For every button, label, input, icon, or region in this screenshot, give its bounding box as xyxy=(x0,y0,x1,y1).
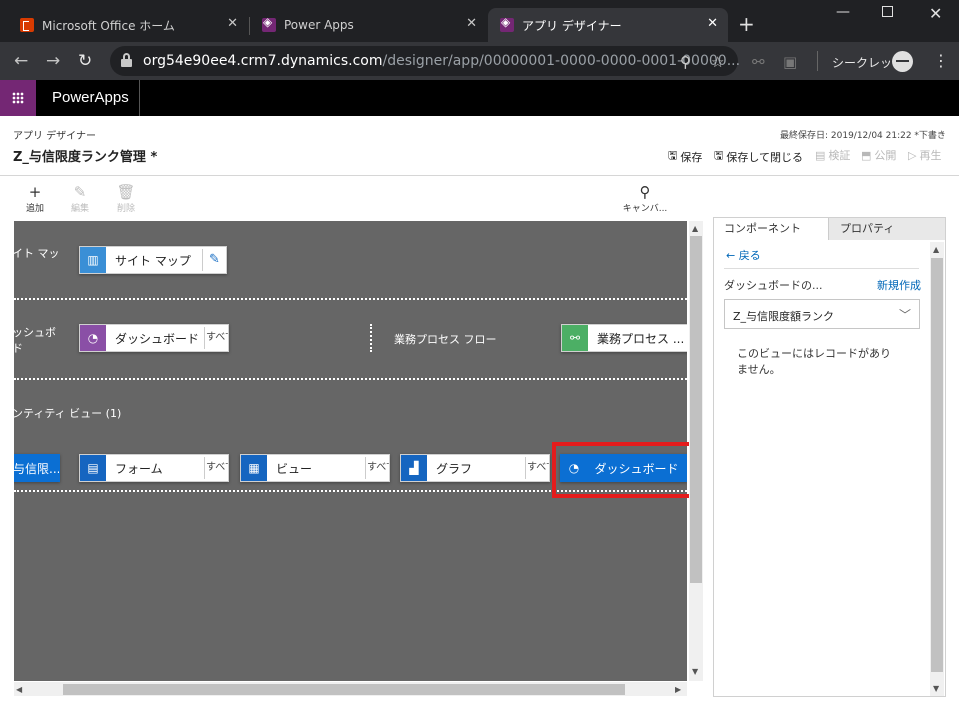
close-icon[interactable]: ✕ xyxy=(466,16,477,31)
powerapps-brand[interactable]: PowerApps xyxy=(52,89,129,106)
dashboard-row-label: ッシュボ xyxy=(14,326,56,339)
form-icon: ▤ xyxy=(80,455,106,481)
powerapps-icon xyxy=(500,15,514,32)
powerapps-icon xyxy=(262,15,276,32)
bar-chart-icon: ▟ xyxy=(401,455,427,481)
save-and-close-button[interactable]: 🖫 保存して閉じる xyxy=(714,147,803,166)
back-arrow-icon: ← xyxy=(726,249,739,262)
more-menu-icon[interactable]: ⋮ xyxy=(933,51,949,70)
dashboard-row-label-2: ド xyxy=(14,342,23,355)
zoom-search-icon[interactable]: ⚲ xyxy=(680,53,691,71)
window-close-icon[interactable]: ✕ xyxy=(929,4,942,23)
minimize-icon[interactable]: — xyxy=(836,4,850,20)
map-icon: ▥ xyxy=(80,247,106,273)
entity-tile[interactable]: 与信限... xyxy=(14,454,60,482)
add-button[interactable]: + 追加 xyxy=(15,184,55,214)
browser-tab-app-designer[interactable]: アプリ デザイナー ✕ xyxy=(488,8,728,42)
tab-title: アプリ デザイナー xyxy=(522,18,622,33)
dashboard-gauge-icon: ◔ xyxy=(80,325,106,351)
app-launcher-button[interactable] xyxy=(0,80,36,116)
incognito-icon[interactable] xyxy=(892,51,913,72)
play-button[interactable]: ▷ 再生 xyxy=(908,147,941,163)
header-divider xyxy=(139,80,140,116)
scroll-up-arrow-icon[interactable]: ▲ xyxy=(933,245,939,254)
url-text[interactable]: org54e90ee4.crm7.dynamics.com/designer/a… xyxy=(143,53,740,69)
scroll-up-arrow-icon[interactable]: ▲ xyxy=(692,224,698,233)
save-button[interactable]: 🖫 保存 xyxy=(668,147,702,166)
selection-highlight xyxy=(552,442,695,498)
column-divider xyxy=(370,324,372,352)
tab-title: Power Apps xyxy=(284,18,354,32)
lock-icon[interactable] xyxy=(121,53,132,67)
canvas-search-button[interactable]: ⚲ キャンバ... xyxy=(618,184,672,214)
panel-divider xyxy=(724,268,919,269)
back-arrow-icon[interactable]: ← xyxy=(14,51,28,71)
sitemap-row-label: イト マッ xyxy=(14,247,60,260)
save-icon: 🖫 xyxy=(668,149,678,162)
reload-icon[interactable]: ↻ xyxy=(78,51,92,71)
flow-icon: ⚯ xyxy=(562,325,588,351)
page-title: Z_与信限度ランク管理 * xyxy=(13,150,158,165)
view-tile[interactable]: ▦ ビュー すべて xyxy=(240,454,390,482)
scroll-down-arrow-icon[interactable]: ▼ xyxy=(933,684,939,693)
browser-tab-office[interactable]: Microsoft Office ホーム ✕ xyxy=(8,8,248,42)
create-new-link[interactable]: 新規作成 xyxy=(877,277,921,293)
office-icon xyxy=(20,18,34,32)
play-icon: ▷ xyxy=(908,148,917,162)
publish-button[interactable]: ⬒ 公開 xyxy=(861,147,896,163)
form-tile[interactable]: ▤ フォーム すべて xyxy=(79,454,229,482)
tab-title: Microsoft Office ホーム xyxy=(42,18,175,33)
validate-icon: ▤ xyxy=(815,148,826,162)
designer-label: アプリ デザイナー xyxy=(13,131,96,142)
close-icon[interactable]: ✕ xyxy=(707,16,718,31)
canvas-horizontal-scroll-thumb[interactable] xyxy=(63,684,625,695)
search-icon: ⚲ xyxy=(639,183,651,201)
edit-sitemap-pencil-icon[interactable]: ✎ xyxy=(202,249,226,271)
last-saved-status: 最終保存日: 2019/12/04 21:22 *下書き xyxy=(780,131,946,141)
forward-arrow-icon[interactable]: → xyxy=(46,51,60,71)
row-divider xyxy=(14,298,687,300)
scroll-down-arrow-icon[interactable]: ▼ xyxy=(692,667,698,676)
dashboard-field-label: ダッシュボードの... xyxy=(724,279,823,292)
extension-icon[interactable]: ▣ xyxy=(783,53,797,71)
toolbar-divider xyxy=(817,51,818,71)
trash-icon: 🗑 xyxy=(116,183,136,201)
entity-view-label: ンティティ ビュー (1) xyxy=(14,407,122,420)
back-link[interactable]: ← 戻る xyxy=(726,247,761,263)
plus-icon: + xyxy=(28,183,42,201)
bookmark-star-icon[interactable]: ☆ xyxy=(711,53,724,71)
row-divider xyxy=(14,378,687,380)
panel-vertical-scroll-thumb[interactable] xyxy=(931,258,943,672)
left-gutter xyxy=(0,221,14,697)
tab-components[interactable]: コンポーネント xyxy=(714,218,829,240)
dashboard-tile[interactable]: ◔ ダッシュボード すべて xyxy=(79,324,229,352)
save-close-icon: 🖫 xyxy=(714,149,724,162)
publish-icon: ⬒ xyxy=(861,148,872,162)
chevron-down-icon[interactable]: ﹀ xyxy=(899,306,911,323)
bpf-tile[interactable]: ⚯ 業務プロセス ... xyxy=(561,324,687,352)
extension-icon[interactable]: ⚯ xyxy=(752,53,765,71)
chart-tile[interactable]: ▟ グラフ すべて xyxy=(400,454,550,482)
canvas-vertical-scroll-thumb[interactable] xyxy=(690,236,702,583)
sitemap-tile[interactable]: ▥ サイト マップ ✎ xyxy=(79,246,227,274)
close-icon[interactable]: ✕ xyxy=(227,16,238,31)
new-tab-button[interactable]: + xyxy=(738,14,755,34)
scroll-left-arrow-icon[interactable]: ◀ xyxy=(16,685,22,694)
pencil-icon: ✎ xyxy=(73,183,87,201)
maximize-icon[interactable] xyxy=(882,6,893,17)
tab-properties[interactable]: プロパティ xyxy=(830,218,930,240)
scroll-right-arrow-icon[interactable]: ▶ xyxy=(675,685,681,694)
browser-tab-powerapps[interactable]: Power Apps ✕ xyxy=(250,8,487,42)
edit-button[interactable]: ✎ 編集 xyxy=(60,184,100,214)
bpf-row-label: 業務プロセス フロー xyxy=(394,333,497,346)
grid-view-icon: ▦ xyxy=(241,455,267,481)
delete-button[interactable]: 🗑 削除 xyxy=(106,184,146,214)
empty-state-message: このビューにはレコードがありません。 xyxy=(737,347,891,376)
powerapps-header xyxy=(0,80,959,116)
view-select-dropdown[interactable]: Z_与信限度額ランク xyxy=(724,299,920,329)
validate-button[interactable]: ▤ 検証 xyxy=(815,147,850,163)
waffle-icon xyxy=(12,92,24,104)
